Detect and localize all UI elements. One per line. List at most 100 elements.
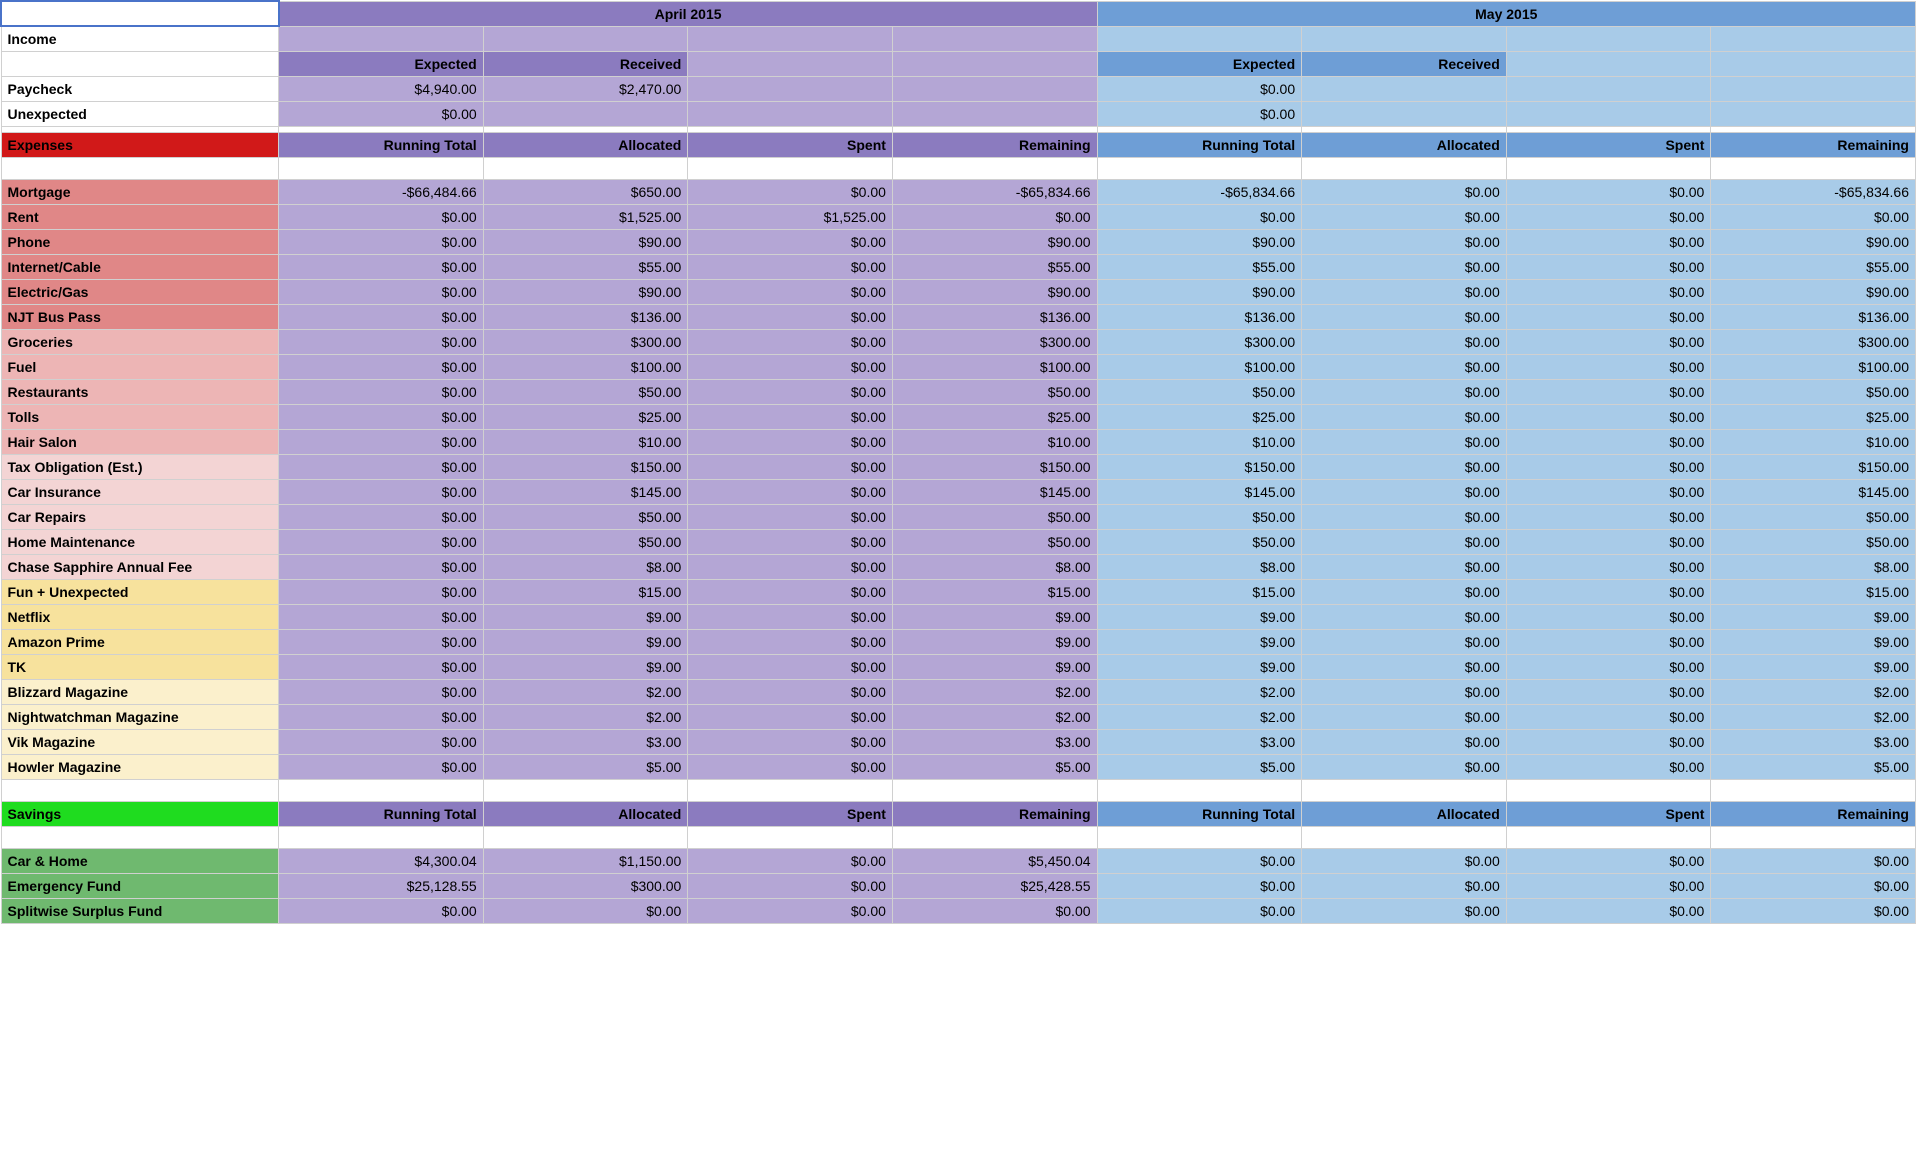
cell[interactable]: $0.00 <box>1302 280 1507 305</box>
cell[interactable]: $145.00 <box>483 480 688 505</box>
cell[interactable]: $9.00 <box>1097 605 1302 630</box>
cell[interactable]: $0.00 <box>1506 874 1711 899</box>
cell[interactable]: $0.00 <box>1506 530 1711 555</box>
cell[interactable]: $9.00 <box>1711 630 1916 655</box>
cell[interactable]: $2.00 <box>1711 705 1916 730</box>
cell[interactable]: $0.00 <box>1302 730 1507 755</box>
cell[interactable]: $0.00 <box>279 280 484 305</box>
cell[interactable]: $0.00 <box>688 405 893 430</box>
cell[interactable]: $0.00 <box>1506 630 1711 655</box>
cell[interactable]: $0.00 <box>1302 255 1507 280</box>
cell[interactable]: $0.00 <box>1302 430 1507 455</box>
cell[interactable]: $5.00 <box>483 755 688 780</box>
cell[interactable]: $0.00 <box>892 899 1097 924</box>
cell[interactable]: $0.00 <box>1711 205 1916 230</box>
cell[interactable]: $3.00 <box>483 730 688 755</box>
cell[interactable]: $50.00 <box>483 380 688 405</box>
cell[interactable]: $0.00 <box>279 555 484 580</box>
cell[interactable]: $0.00 <box>688 305 893 330</box>
cell[interactable]: $0.00 <box>1506 380 1711 405</box>
cell[interactable]: $0.00 <box>279 230 484 255</box>
cell[interactable]: $8.00 <box>1711 555 1916 580</box>
cell[interactable]: $0.00 <box>688 330 893 355</box>
cell[interactable]: $0.00 <box>688 255 893 280</box>
cell[interactable]: $0.00 <box>1506 205 1711 230</box>
cell[interactable]: $0.00 <box>1506 555 1711 580</box>
cell[interactable]: $0.00 <box>1711 849 1916 874</box>
cell[interactable]: $0.00 <box>279 102 484 127</box>
cell[interactable]: $0.00 <box>1097 849 1302 874</box>
cell[interactable]: $150.00 <box>1097 455 1302 480</box>
cell[interactable]: $0.00 <box>1302 205 1507 230</box>
cell[interactable]: $90.00 <box>1711 280 1916 305</box>
cell[interactable]: $50.00 <box>892 505 1097 530</box>
cell[interactable]: $0.00 <box>1302 355 1507 380</box>
cell[interactable]: $50.00 <box>1711 505 1916 530</box>
cell[interactable]: $90.00 <box>1711 230 1916 255</box>
cell[interactable]: $100.00 <box>1711 355 1916 380</box>
cell[interactable]: $55.00 <box>1097 255 1302 280</box>
cell[interactable]: $3.00 <box>1097 730 1302 755</box>
cell[interactable]: $4,300.04 <box>279 849 484 874</box>
cell[interactable]: $0.00 <box>1097 899 1302 924</box>
cell[interactable]: $0.00 <box>688 230 893 255</box>
cell[interactable]: $0.00 <box>688 430 893 455</box>
cell[interactable]: $50.00 <box>483 505 688 530</box>
cell[interactable]: $50.00 <box>1711 380 1916 405</box>
cell[interactable]: $0.00 <box>1097 874 1302 899</box>
cell[interactable]: $136.00 <box>892 305 1097 330</box>
cell[interactable]: $0.00 <box>1097 102 1302 127</box>
cell[interactable]: $100.00 <box>483 355 688 380</box>
cell[interactable]: $0.00 <box>1506 330 1711 355</box>
cell[interactable]: $0.00 <box>688 605 893 630</box>
cell[interactable]: $145.00 <box>892 480 1097 505</box>
cell[interactable]: $0.00 <box>688 705 893 730</box>
cell[interactable]: $8.00 <box>1097 555 1302 580</box>
cell[interactable]: $1,525.00 <box>688 205 893 230</box>
cell[interactable]: $2.00 <box>483 680 688 705</box>
cell[interactable]: $50.00 <box>892 380 1097 405</box>
cell[interactable]: $0.00 <box>1302 480 1507 505</box>
cell[interactable]: $0.00 <box>1302 180 1507 205</box>
cell[interactable]: $145.00 <box>1097 480 1302 505</box>
cell[interactable]: $0.00 <box>1711 874 1916 899</box>
cell[interactable]: $55.00 <box>483 255 688 280</box>
budget-table[interactable]: April 2015May 2015IncomeExpectedReceived… <box>0 0 1916 924</box>
cell[interactable]: $0.00 <box>1506 230 1711 255</box>
cell[interactable]: $0.00 <box>483 899 688 924</box>
cell[interactable]: $0.00 <box>688 455 893 480</box>
cell[interactable]: $25.00 <box>1097 405 1302 430</box>
cell[interactable]: $0.00 <box>279 580 484 605</box>
cell[interactable]: $25.00 <box>1711 405 1916 430</box>
cell[interactable]: $0.00 <box>279 705 484 730</box>
cell[interactable]: $9.00 <box>1097 630 1302 655</box>
cell[interactable]: $55.00 <box>1711 255 1916 280</box>
cell[interactable]: $136.00 <box>1711 305 1916 330</box>
cell[interactable]: $650.00 <box>483 180 688 205</box>
cell[interactable]: $0.00 <box>688 355 893 380</box>
cell[interactable]: $0.00 <box>1711 899 1916 924</box>
cell[interactable]: $0.00 <box>1302 555 1507 580</box>
cell[interactable]: $9.00 <box>483 655 688 680</box>
cell[interactable]: $0.00 <box>1302 530 1507 555</box>
cell[interactable]: $0.00 <box>1506 755 1711 780</box>
cell[interactable]: $300.00 <box>1097 330 1302 355</box>
cell[interactable]: $0.00 <box>1302 305 1507 330</box>
cell[interactable]: $0.00 <box>1506 255 1711 280</box>
cell[interactable]: $0.00 <box>688 180 893 205</box>
cell[interactable]: $0.00 <box>1506 480 1711 505</box>
cell[interactable]: $25.00 <box>483 405 688 430</box>
cell[interactable]: $50.00 <box>892 530 1097 555</box>
cell[interactable]: $0.00 <box>1302 330 1507 355</box>
cell[interactable]: $50.00 <box>1711 530 1916 555</box>
cell[interactable]: $2.00 <box>1711 680 1916 705</box>
cell[interactable]: $10.00 <box>483 430 688 455</box>
cell[interactable]: $90.00 <box>1097 230 1302 255</box>
cell[interactable]: $300.00 <box>1711 330 1916 355</box>
cell[interactable]: $150.00 <box>483 455 688 480</box>
cell[interactable]: $0.00 <box>1506 730 1711 755</box>
cell[interactable]: $0.00 <box>1302 455 1507 480</box>
cell[interactable]: $9.00 <box>892 630 1097 655</box>
cell[interactable]: $0.00 <box>1506 580 1711 605</box>
cell[interactable]: $145.00 <box>1711 480 1916 505</box>
